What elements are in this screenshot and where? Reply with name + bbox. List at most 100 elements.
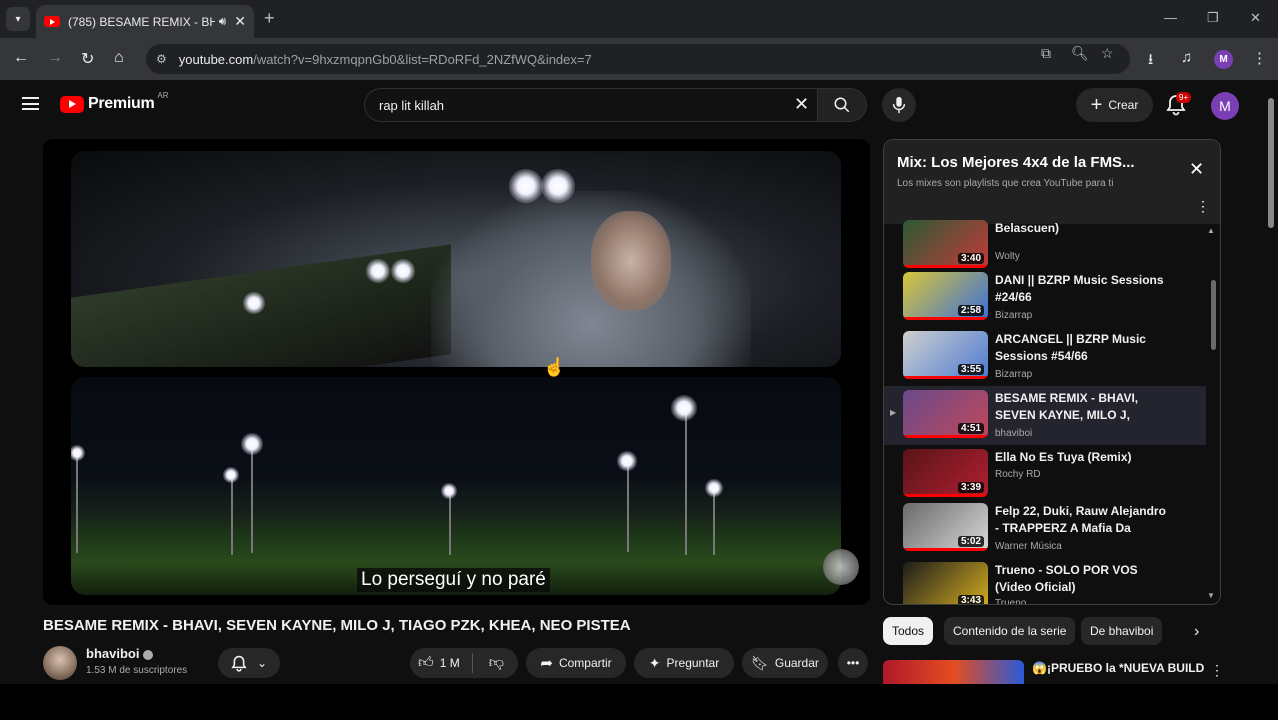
verified-check-icon <box>143 649 154 660</box>
subscriber-count: 1.53 M de suscriptores <box>86 665 188 676</box>
back-icon[interactable]: ← <box>13 49 29 67</box>
channel-watermark-icon[interactable] <box>823 549 859 585</box>
close-playlist-icon[interactable]: ✕ <box>1189 159 1204 180</box>
subscription-bell-button[interactable]: ⌄ <box>218 648 280 678</box>
browser-toolbar: ← → ↻ ⌂ ⚙ youtube.com/watch?v=9hxzmqpnGb… <box>0 38 1278 80</box>
home-icon[interactable]: ⌂ <box>114 49 124 67</box>
address-bar[interactable]: ⚙ youtube.com/watch?v=9hxzmqpnGb0&list=R… <box>146 44 1130 74</box>
playlist-item-title: ARCANGEL || BZRP Music Sessions #54/66 <box>995 332 1146 363</box>
more-actions-button[interactable]: ••• <box>838 648 868 678</box>
browser-menu-icon[interactable]: ⋮ <box>1252 49 1267 67</box>
share-label: Compartir <box>558 656 612 670</box>
playlist-item-title: Felp 22, Duki, Rauw Alejandro - TRAPPERZ… <box>995 504 1166 535</box>
bookmark-star-icon[interactable]: ☆ <box>1101 45 1114 62</box>
channel-name-link[interactable]: bhaviboi <box>86 646 154 661</box>
minimize-icon[interactable]: — <box>1164 10 1177 25</box>
video-title: BESAME REMIX - BHAVI, SEVEN KAYNE, MILO … <box>43 617 631 634</box>
microphone-icon <box>892 96 906 114</box>
menu-icon[interactable] <box>22 97 39 110</box>
scroll-up-icon[interactable]: ▲ <box>1207 226 1215 235</box>
browser-tab-active[interactable]: (785) BESAME REMIX - BHA 🔊︎ ✕ <box>36 5 254 38</box>
youtube-play-icon <box>60 95 84 113</box>
playlist-item[interactable]: 3:39 Ella No Es Tuya (Remix) Rochy RD <box>884 445 1206 504</box>
playlist-item[interactable]: 3:40 Belascuen) Wolty <box>884 216 1206 275</box>
recommendation-more-icon[interactable]: ⋮ <box>1210 662 1224 679</box>
playlist-more-icon[interactable]: ⋮ <box>1196 198 1210 215</box>
duration-badge: 3:43 <box>957 595 984 604</box>
playlist-item[interactable]: 5:02 Felp 22, Duki, Rauw Alejandro - TRAP… <box>884 499 1206 558</box>
duration-badge: 4:51 <box>957 423 984 434</box>
search-input[interactable]: rap lit killah <box>364 88 818 122</box>
zoom-icon[interactable]: 🔍︎ <box>1071 45 1089 62</box>
share-icon: ➦ <box>540 655 553 672</box>
chip-all[interactable]: Todos <box>883 617 934 645</box>
youtube-header: Premium AR rap lit killah ✕ + Crear 9+ M <box>0 80 1264 130</box>
playlist-item-thumbnail: 5:02 <box>903 503 988 551</box>
page-scrollbar-thumb[interactable] <box>1268 98 1274 228</box>
save-label: Guardar <box>774 656 819 670</box>
video-player[interactable]: Lo perseguí y no paré ☝ <box>43 139 870 605</box>
tab-search-button[interactable]: ▾ <box>6 7 30 31</box>
mouse-cursor-icon: ☝ <box>543 357 566 377</box>
chevron-right-icon[interactable]: › <box>1194 623 1199 641</box>
profile-avatar[interactable]: M <box>1214 50 1233 69</box>
playlist-item-thumbnail: 3:55 <box>903 331 988 379</box>
close-tab-icon[interactable]: ✕ <box>234 13 246 30</box>
playlist-item[interactable]: 3:55 ARCANGEL || BZRP Music Sessions #54/… <box>884 327 1206 386</box>
video-frame-top <box>71 151 841 367</box>
more-horizontal-icon: ••• <box>846 656 860 670</box>
like-button[interactable]: 👍︎ 1 M <box>418 654 460 672</box>
media-control-icon[interactable]: ♫ <box>1181 49 1192 66</box>
url-host: youtube.com <box>178 51 254 67</box>
save-button[interactable]: 🔖︎ Guardar <box>742 648 828 678</box>
playlist-item[interactable]: 3:43 Trueno - SOLO POR VOS (Video Oficial… <box>884 558 1206 605</box>
playlist-item-title: BESAME REMIX - BHAVI, SEVEN KAYNE, MILO … <box>995 391 1139 422</box>
youtube-logo[interactable]: Premium AR <box>60 91 169 113</box>
playlist-item[interactable]: 2:58 DANI || BZRP Music Sessions #24/66 Bi… <box>884 268 1206 327</box>
playlist-item-channel: Bizarrap <box>995 369 1033 380</box>
playlist-item-channel: bhaviboi <box>995 428 1033 439</box>
channel-avatar[interactable] <box>43 646 77 680</box>
sparkle-icon: ✦ <box>648 654 661 671</box>
playlist-item-channel: Rochy RD <box>995 469 1041 480</box>
playlist-scrollbar-thumb[interactable] <box>1211 280 1216 350</box>
download-icon[interactable]: ⭳ <box>1148 49 1153 74</box>
playlist-item-channel: Warner Música <box>995 541 1062 552</box>
share-button[interactable]: ➦ Compartir <box>526 648 626 678</box>
recommendation-title[interactable]: 😱¡PRUEBO la *NUEVA BUILD <box>1032 661 1204 675</box>
recommendation-thumbnail[interactable] <box>883 660 1024 684</box>
watched-progress-bar <box>903 548 988 551</box>
scroll-down-icon[interactable]: ▼ <box>1207 591 1215 600</box>
reload-icon[interactable]: ↻ <box>81 49 94 69</box>
page-scrollbar[interactable] <box>1264 80 1278 684</box>
speaker-icon[interactable]: 🔊︎ <box>219 14 227 29</box>
search-button[interactable] <box>817 88 867 122</box>
playlist-item-title: Ella No Es Tuya (Remix) <box>995 450 1132 464</box>
playlist-item[interactable]: ▶ 4:51 BESAME REMIX - BHAVI, SEVEN KAYNE, … <box>884 386 1206 445</box>
close-window-icon[interactable]: ✕ <box>1250 10 1261 26</box>
browser-tab-bar: ▾ (785) BESAME REMIX - BHA 🔊︎ ✕ + — ❐ ✕ <box>0 0 1278 38</box>
search-icon <box>834 97 850 113</box>
chip-series-content[interactable]: Contenido de la serie <box>944 617 1076 645</box>
clear-search-icon[interactable]: ✕ <box>794 94 809 115</box>
restore-icon[interactable]: ❐ <box>1207 10 1219 26</box>
playlist-header: Mix: Los Mejores 4x4 de la FMS... Los mi… <box>884 140 1220 224</box>
ask-button[interactable]: ✦ Preguntar <box>634 648 734 678</box>
playlist-item-title: Trueno - SOLO POR VOS (Video Oficial) <box>995 563 1138 594</box>
voice-search-button[interactable] <box>882 88 916 122</box>
install-app-icon[interactable]: ⧉ <box>1041 45 1051 62</box>
playlist-title[interactable]: Mix: Los Mejores 4x4 de la FMS... <box>897 154 1135 171</box>
playlist-item-channel: Trueno <box>995 598 1027 605</box>
create-button[interactable]: + Crear <box>1076 88 1153 122</box>
new-tab-button[interactable]: + <box>264 8 275 29</box>
duration-badge: 2:58 <box>957 305 984 316</box>
video-subtitle: Lo perseguí y no paré <box>357 568 550 592</box>
url-path: /watch?v=9hxzmqpnGb0&list=RDoRFd_2NZfWQ&… <box>253 51 592 67</box>
forward-icon[interactable]: → <box>47 49 63 67</box>
thumbs-down-icon[interactable]: 👎︎ <box>489 654 504 672</box>
chip-from-channel[interactable]: De bhaviboi <box>1081 617 1163 645</box>
watched-progress-bar <box>903 376 988 379</box>
site-info-icon[interactable]: ⚙ <box>156 52 167 66</box>
notifications-badge: 9+ <box>1176 92 1192 103</box>
account-avatar[interactable]: M <box>1211 92 1239 120</box>
